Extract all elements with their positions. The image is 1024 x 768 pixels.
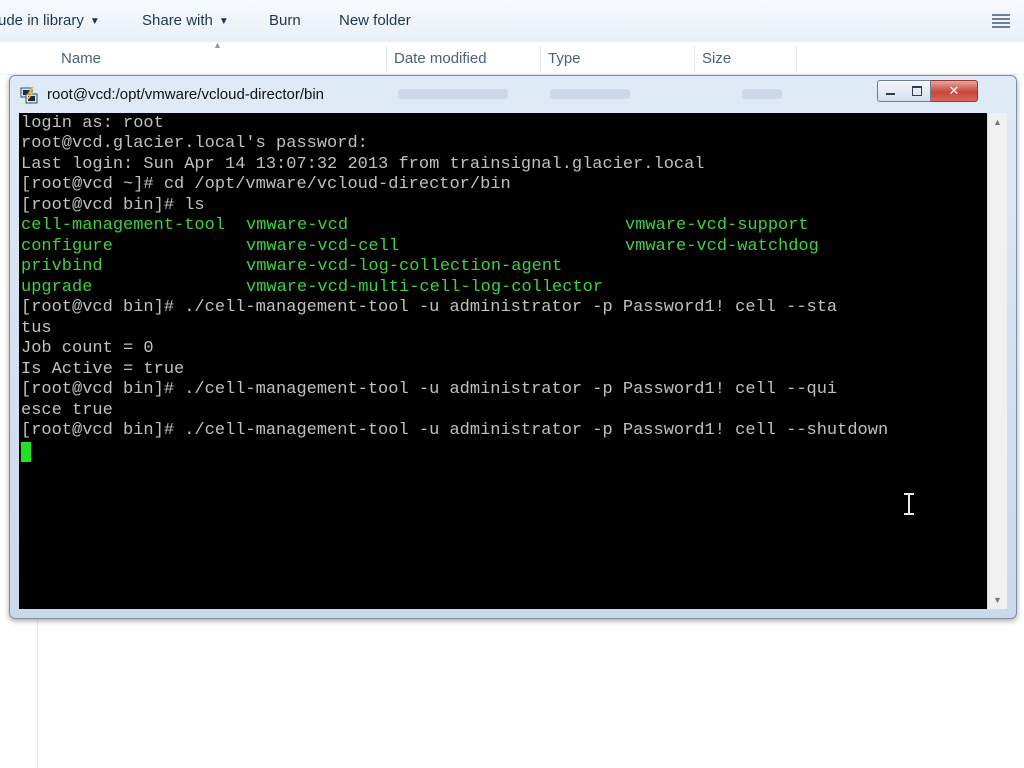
terminal-line: [root@vcd bin]# ./cell-management-tool -…	[21, 421, 889, 440]
minimize-button[interactable]	[877, 80, 905, 102]
column-date-modified[interactable]: Date modified	[394, 50, 487, 67]
new-folder-button[interactable]: New folder	[339, 12, 411, 29]
ls-entry: vmware-vcd-cell	[246, 237, 400, 256]
terminal-line: [root@vcd ~]# cd /opt/vmware/vcloud-dire…	[21, 175, 511, 194]
ls-entry: cell-management-tool	[21, 216, 226, 235]
share-with-menu[interactable]: Share with ▼	[142, 12, 229, 29]
ls-output-row: privbind vmware-vcd-log-collection-agent	[21, 257, 981, 277]
chevron-down-icon: ▼	[89, 15, 100, 27]
share-with-label: Share with	[142, 12, 213, 29]
ls-entry: vmware-vcd-support	[625, 216, 809, 235]
ls-entry: vmware-vcd	[246, 216, 349, 235]
include-in-library-menu[interactable]: ude in library ▼	[0, 12, 100, 29]
explorer-toolbar: ude in library ▼ Share with ▼ Burn New fol…	[0, 0, 1024, 43]
ls-entry: vmware-vcd-multi-cell-log-collector	[246, 278, 604, 297]
ls-output-row: cell-management-tool vmware-vcd vmware-v…	[21, 216, 981, 236]
terminal-line: login as: root	[21, 114, 164, 133]
ls-output-row: upgrade vmware-vcd-multi-cell-log-collec…	[21, 278, 981, 298]
view-options-icon[interactable]	[992, 12, 1010, 28]
ghost-overlay	[398, 89, 508, 99]
putty-icon	[20, 86, 38, 104]
ibeam-cursor-icon	[903, 492, 915, 516]
column-size[interactable]: Size	[702, 50, 731, 67]
column-type[interactable]: Type	[548, 50, 581, 67]
column-divider[interactable]	[386, 46, 387, 72]
ls-entry: privbind	[21, 257, 103, 276]
vertical-scrollbar[interactable]: ▲ ▼	[987, 113, 1007, 609]
chevron-down-icon: ▼	[218, 15, 229, 27]
terminal-line: [root@vcd bin]# ls	[21, 196, 205, 215]
scroll-down-icon[interactable]: ▼	[988, 595, 1007, 605]
ls-entry: configure	[21, 237, 113, 256]
terminal-line: Last login: Sun Apr 14 13:07:32 2013 fro…	[21, 155, 705, 174]
terminal-line: tus	[21, 319, 52, 338]
column-header-row: ▲ Name Date modified Type Size	[0, 40, 1024, 75]
column-divider[interactable]	[694, 46, 695, 72]
include-in-library-label: ude in library	[0, 12, 84, 29]
scroll-up-icon[interactable]: ▲	[988, 117, 1007, 127]
terminal-cursor	[21, 442, 31, 462]
burn-button[interactable]: Burn	[269, 12, 301, 29]
terminal-line: esce true	[21, 401, 113, 420]
terminal-line: Is Active = true	[21, 360, 185, 379]
column-divider[interactable]	[540, 46, 541, 72]
terminal-window[interactable]: root@vcd:/opt/vmware/vcloud-director/bin…	[9, 75, 1017, 619]
ghost-overlay	[742, 89, 782, 99]
ls-output-row: configure vmware-vcd-cell vmware-vcd-wat…	[21, 237, 981, 257]
terminal-line: Job count = 0	[21, 339, 154, 358]
ghost-overlay	[550, 89, 630, 99]
sort-ascending-icon: ▲	[213, 40, 222, 50]
ls-entry: vmware-vcd-watchdog	[625, 237, 819, 256]
terminal-line: [root@vcd bin]# ./cell-management-tool -…	[21, 380, 838, 399]
column-divider[interactable]	[796, 46, 797, 72]
maximize-button[interactable]	[904, 80, 931, 102]
close-icon: ✕	[948, 83, 960, 98]
terminal-line: root@vcd.glacier.local's password:	[21, 134, 368, 153]
terminal-screen[interactable]: login as: root root@vcd.glacier.local's …	[19, 113, 987, 609]
window-title: root@vcd:/opt/vmware/vcloud-director/bin	[47, 86, 325, 103]
window-titlebar[interactable]: root@vcd:/opt/vmware/vcloud-director/bin…	[10, 76, 1016, 112]
ls-entry: upgrade	[21, 278, 93, 297]
close-button[interactable]: ✕	[931, 80, 978, 102]
ls-entry: vmware-vcd-log-collection-agent	[246, 257, 563, 276]
terminal-line: [root@vcd bin]# ./cell-management-tool -…	[21, 298, 838, 317]
column-name[interactable]: Name	[61, 50, 101, 67]
navigation-pane-border	[37, 618, 38, 768]
